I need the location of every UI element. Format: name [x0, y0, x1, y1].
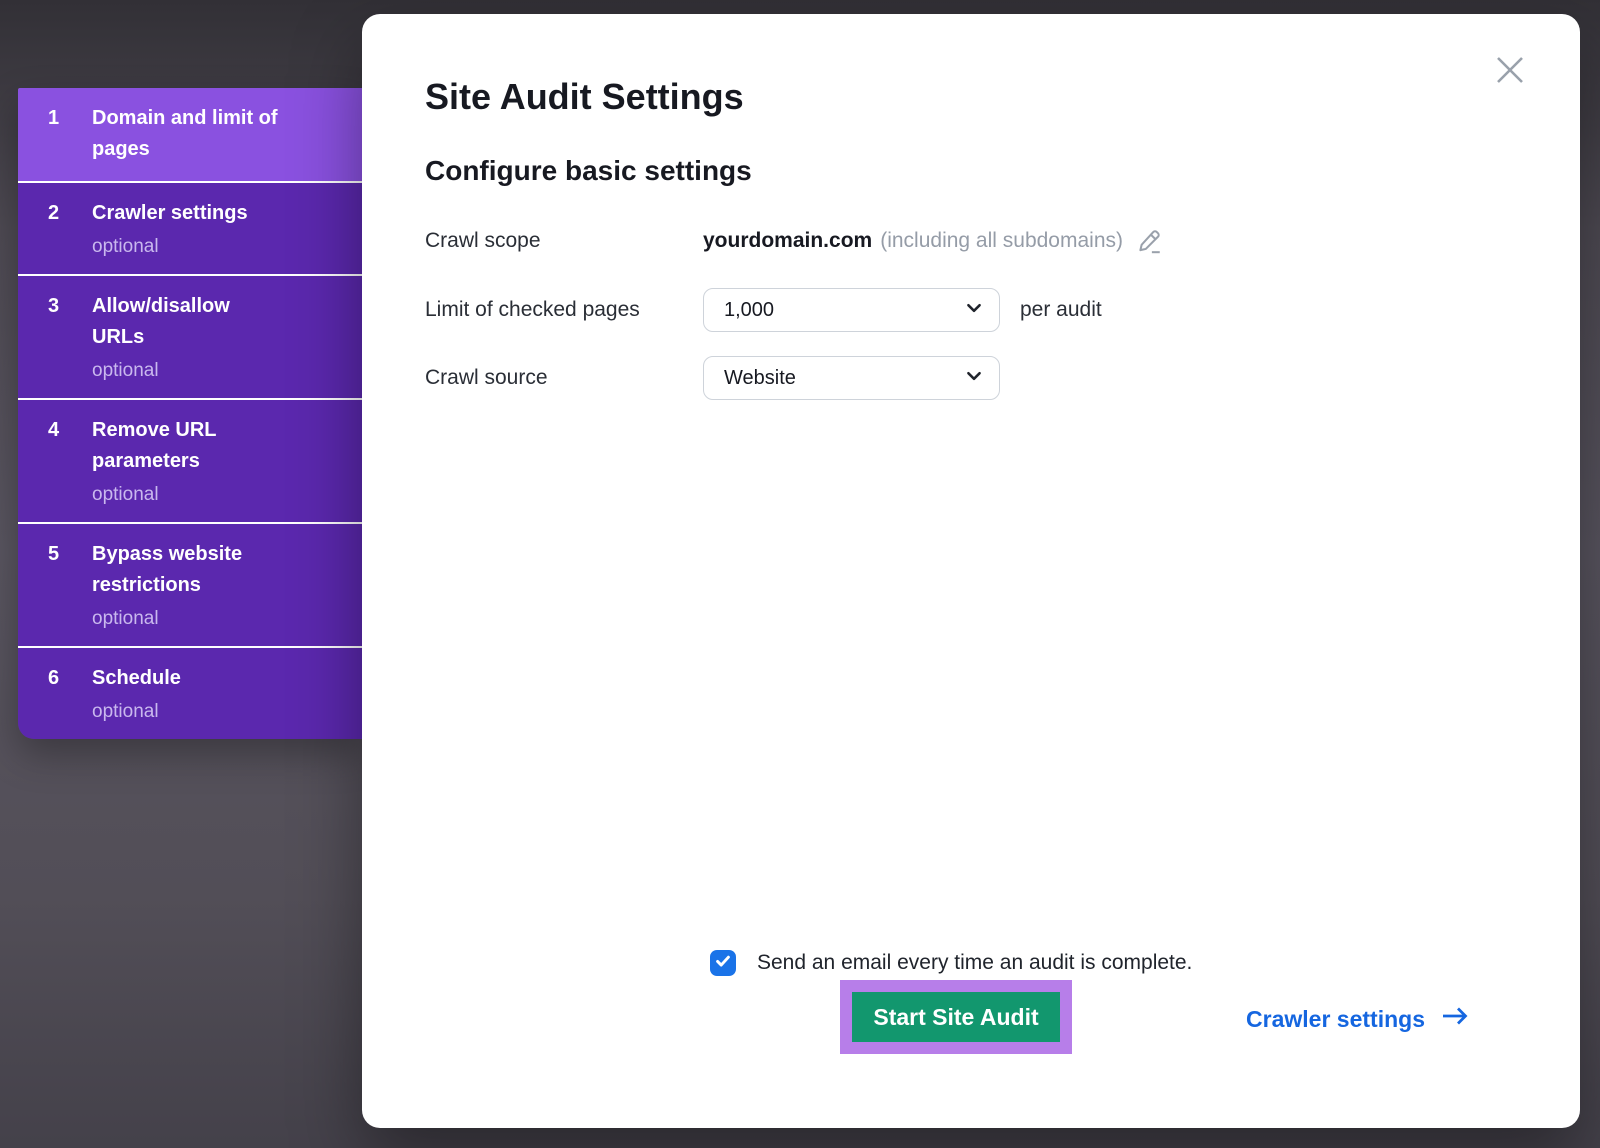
step-number: 2 [48, 198, 59, 229]
crawl-source-label: Crawl source [425, 366, 703, 390]
step-label: Allow/disallow URLs [92, 291, 287, 353]
crawler-settings-link[interactable]: Crawler settings [1246, 1002, 1470, 1036]
step-optional-tag: optional [92, 359, 342, 382]
crawl-source-selected-value: Website [724, 367, 796, 390]
check-icon [714, 952, 732, 975]
step-label: Bypass website restrictions [92, 539, 287, 601]
chevron-down-icon [965, 367, 983, 390]
limit-selected-value: 1,000 [724, 299, 774, 322]
crawl-scope-row: Crawl scope yourdomain.com (including al… [425, 224, 1162, 258]
limit-select[interactable]: 1,000 [703, 288, 1000, 332]
step-number: 6 [48, 663, 59, 694]
step-number: 1 [48, 103, 59, 134]
per-audit-suffix: per audit [1020, 298, 1102, 322]
site-audit-settings-modal: Site Audit Settings Configure basic sett… [362, 14, 1580, 1128]
crawl-source-select[interactable]: Website [703, 356, 1000, 400]
step-optional-tag: optional [92, 235, 342, 258]
sidebar-item-allow-disallow-urls[interactable]: 3 Allow/disallow URLs optional [18, 274, 362, 398]
email-checkbox-label[interactable]: Send an email every time an audit is com… [757, 951, 1192, 975]
crawl-scope-label: Crawl scope [425, 229, 703, 253]
close-icon[interactable] [1490, 50, 1530, 90]
sidebar-item-remove-url-parameters[interactable]: 4 Remove URL parameters optional [18, 398, 362, 522]
email-checkbox[interactable] [710, 950, 736, 976]
pencil-icon[interactable] [1135, 228, 1162, 260]
sidebar-item-domain-and-limit[interactable]: 1 Domain and limit of pages [18, 88, 362, 181]
step-label: Remove URL parameters [92, 415, 287, 477]
modal-title: Site Audit Settings [425, 76, 744, 118]
step-label: Schedule [92, 663, 287, 694]
audit-steps-sidebar: 1 Domain and limit of pages 2 Crawler se… [18, 88, 362, 739]
step-number: 4 [48, 415, 59, 446]
section-title: Configure basic settings [425, 155, 752, 187]
start-site-audit-button[interactable]: Start Site Audit [852, 992, 1060, 1042]
sidebar-item-crawler-settings[interactable]: 2 Crawler settings optional [18, 181, 362, 274]
arrow-right-icon [1440, 1005, 1470, 1033]
limit-of-pages-row: Limit of checked pages 1,000 per audit [425, 288, 1102, 332]
crawl-scope-domain: yourdomain.com [703, 229, 872, 253]
crawler-settings-link-label: Crawler settings [1246, 1006, 1425, 1033]
crawl-scope-note: (including all subdomains) [880, 229, 1123, 253]
chevron-down-icon [965, 299, 983, 322]
step-optional-tag: optional [92, 700, 342, 723]
email-notification-row: Send an email every time an audit is com… [710, 950, 1192, 976]
step-number: 3 [48, 291, 59, 322]
page-root: { "sidebar": { "items": [ { "number": "1… [0, 0, 1600, 1148]
step-label: Crawler settings [92, 198, 287, 229]
limit-label: Limit of checked pages [425, 298, 703, 322]
sidebar-item-schedule[interactable]: 6 Schedule optional [18, 646, 362, 739]
step-optional-tag: optional [92, 607, 342, 630]
step-optional-tag: optional [92, 483, 342, 506]
start-button-highlight: Start Site Audit [840, 980, 1072, 1054]
step-number: 5 [48, 539, 59, 570]
crawl-source-row: Crawl source Website [425, 356, 1000, 400]
sidebar-item-bypass-website-restrictions[interactable]: 5 Bypass website restrictions optional [18, 522, 362, 646]
step-label: Domain and limit of pages [92, 103, 287, 165]
